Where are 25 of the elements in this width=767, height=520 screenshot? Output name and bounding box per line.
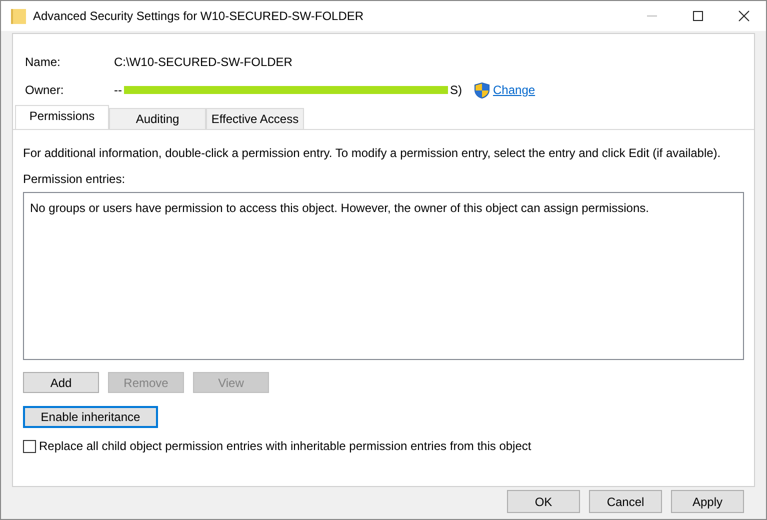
- permission-list[interactable]: No groups or users have permission to access this object. However, the owner of this object can assign permissions.: [23, 192, 744, 360]
- name-label: Name:: [25, 55, 62, 69]
- checkbox[interactable]: [23, 440, 36, 452]
- owner-label: Owner:: [25, 83, 65, 97]
- dialog-button[interactable]: Apply: [671, 490, 744, 513]
- empty-message: No groups or users have permission to access this object. However, the owner of this object can assign permissions.: [30, 201, 650, 215]
- checkbox-label: Replace all child object permission entries with inheritable permission entries from this object: [39, 439, 532, 453]
- window-title: Advanced Security Settings for W10-SECURED-SW-FOLDER: [33, 9, 365, 23]
- maximize-icon[interactable]: [692, 10, 704, 22]
- change-link[interactable]: Change: [493, 83, 536, 97]
- info-text: For additional information, double-click a permission entry. To modify a permission entry, select the entry and click Edit (if available).: [23, 146, 722, 162]
- folder-icon: [11, 8, 26, 24]
- entries-label: Permission entries:: [23, 172, 126, 188]
- name-value: C:\W10-SECURED-SW-FOLDER: [114, 55, 292, 69]
- tab[interactable]: Permissions: [15, 105, 109, 129]
- dialog-button[interactable]: Cancel: [589, 490, 662, 513]
- close-icon[interactable]: [738, 10, 750, 22]
- tab[interactable]: Auditing: [109, 108, 206, 129]
- tab[interactable]: Effective Access: [206, 108, 304, 129]
- owner-value-end: S): [450, 83, 462, 97]
- shield-icon: [474, 82, 490, 98]
- dialog-button[interactable]: OK: [507, 490, 580, 513]
- enable-inheritance-button[interactable]: Enable inheritance: [23, 406, 158, 428]
- entry-button[interactable]: Add: [23, 372, 99, 393]
- owner-value: --: [114, 83, 122, 97]
